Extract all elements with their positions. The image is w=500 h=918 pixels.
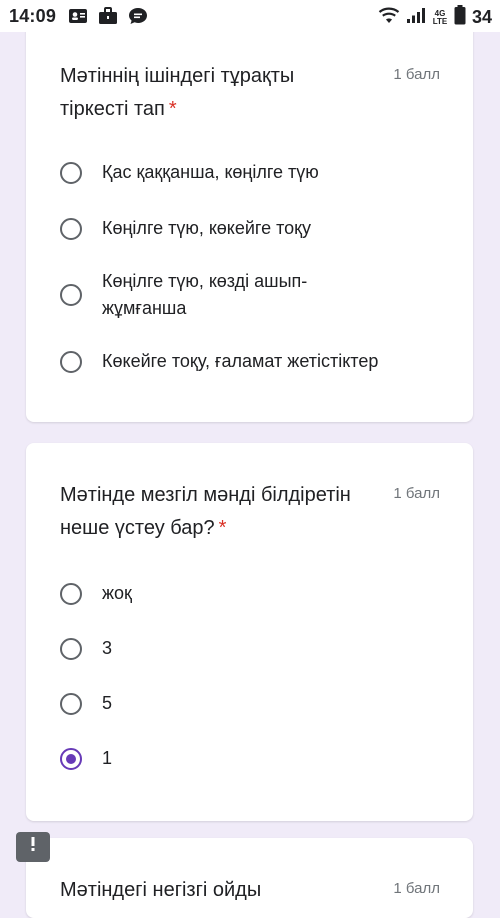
radio-option[interactable]: Қас қаққанша, көңілге түю [60,159,440,186]
status-bar: 14:09 4G LTE 34 [0,0,500,32]
battery-icon [454,5,466,30]
question-title: Мәтінде мезгіл мәнді білдіретін неше үст… [60,479,380,545]
radio-option[interactable]: 1 [60,745,440,772]
status-time: 14:09 [9,6,57,26]
radio-button-selected[interactable] [60,747,82,770]
report-problem-icon [24,835,42,859]
option-label: Көңілге түю, көкейге тоқу [102,218,312,238]
radio-option[interactable]: 3 [60,635,440,662]
option-label: Көңілге түю, көзді ашып-жұмғанша [102,271,308,318]
radio-option[interactable]: Көңілге түю, көзді ашып-жұмғанша [60,268,360,322]
question-points: 1 балл [393,485,440,502]
network-type: 4G LTE [432,8,448,26]
question-text: Мәтінде мезгіл мәнді білдіретін неше үст… [60,484,351,539]
radio-button[interactable] [60,637,82,660]
radio-option[interactable]: Көкейге тоқу, ғаламат жетістіктер [60,348,440,375]
question-text: Мәтіннің ішіндегі тұрақты тіркесті тап [60,65,295,120]
radio-button[interactable] [60,350,82,373]
option-label: 3 [102,638,113,658]
battery-level: 34 [471,7,492,27]
radio-option[interactable]: жоқ [60,580,440,607]
radio-button[interactable] [60,284,82,306]
option-label: Көкейге тоқу, ғаламат жетістіктер [102,351,379,371]
option-label: 1 [102,748,113,768]
option-label: жоқ [102,583,132,603]
radio-button[interactable] [60,161,82,184]
radio-option[interactable]: 5 [60,690,440,717]
question-points: 1 балл [393,66,440,83]
wifi-icon [378,6,400,29]
question-title: Мәтіндегі негізгі ойды [60,879,262,901]
option-label: 5 [102,693,113,713]
required-asterisk: * [218,517,227,539]
question-card: Мәтіннің ішіндегі тұрақты тіркесті тап * … [26,10,473,422]
briefcase-icon [98,7,118,30]
question-points: 1 балл [393,880,440,897]
signal-strength-icon [406,6,426,29]
question-card: Мәтінде мезгіл мәнді білдіретін неше үст… [26,443,473,821]
question-card: Мәтіндегі негізгі ойды 1 балл [26,838,473,918]
notification-icons [68,7,148,30]
required-asterisk: * [168,98,177,120]
radio-button[interactable] [60,582,82,605]
radio-option[interactable]: Көңілге түю, көкейге тоқу [60,215,440,242]
report-problem-button[interactable] [16,832,50,862]
option-label: Қас қаққанша, көңілге түю [102,162,319,182]
radio-button[interactable] [60,217,82,240]
system-indicators: 4G LTE 34 [378,5,492,30]
question-title: Мәтіннің ішіндегі тұрақты тіркесті тап * [60,60,360,126]
radio-button[interactable] [60,692,82,715]
contacts-app-icon [68,7,88,30]
chat-bubble-icon [128,7,148,30]
